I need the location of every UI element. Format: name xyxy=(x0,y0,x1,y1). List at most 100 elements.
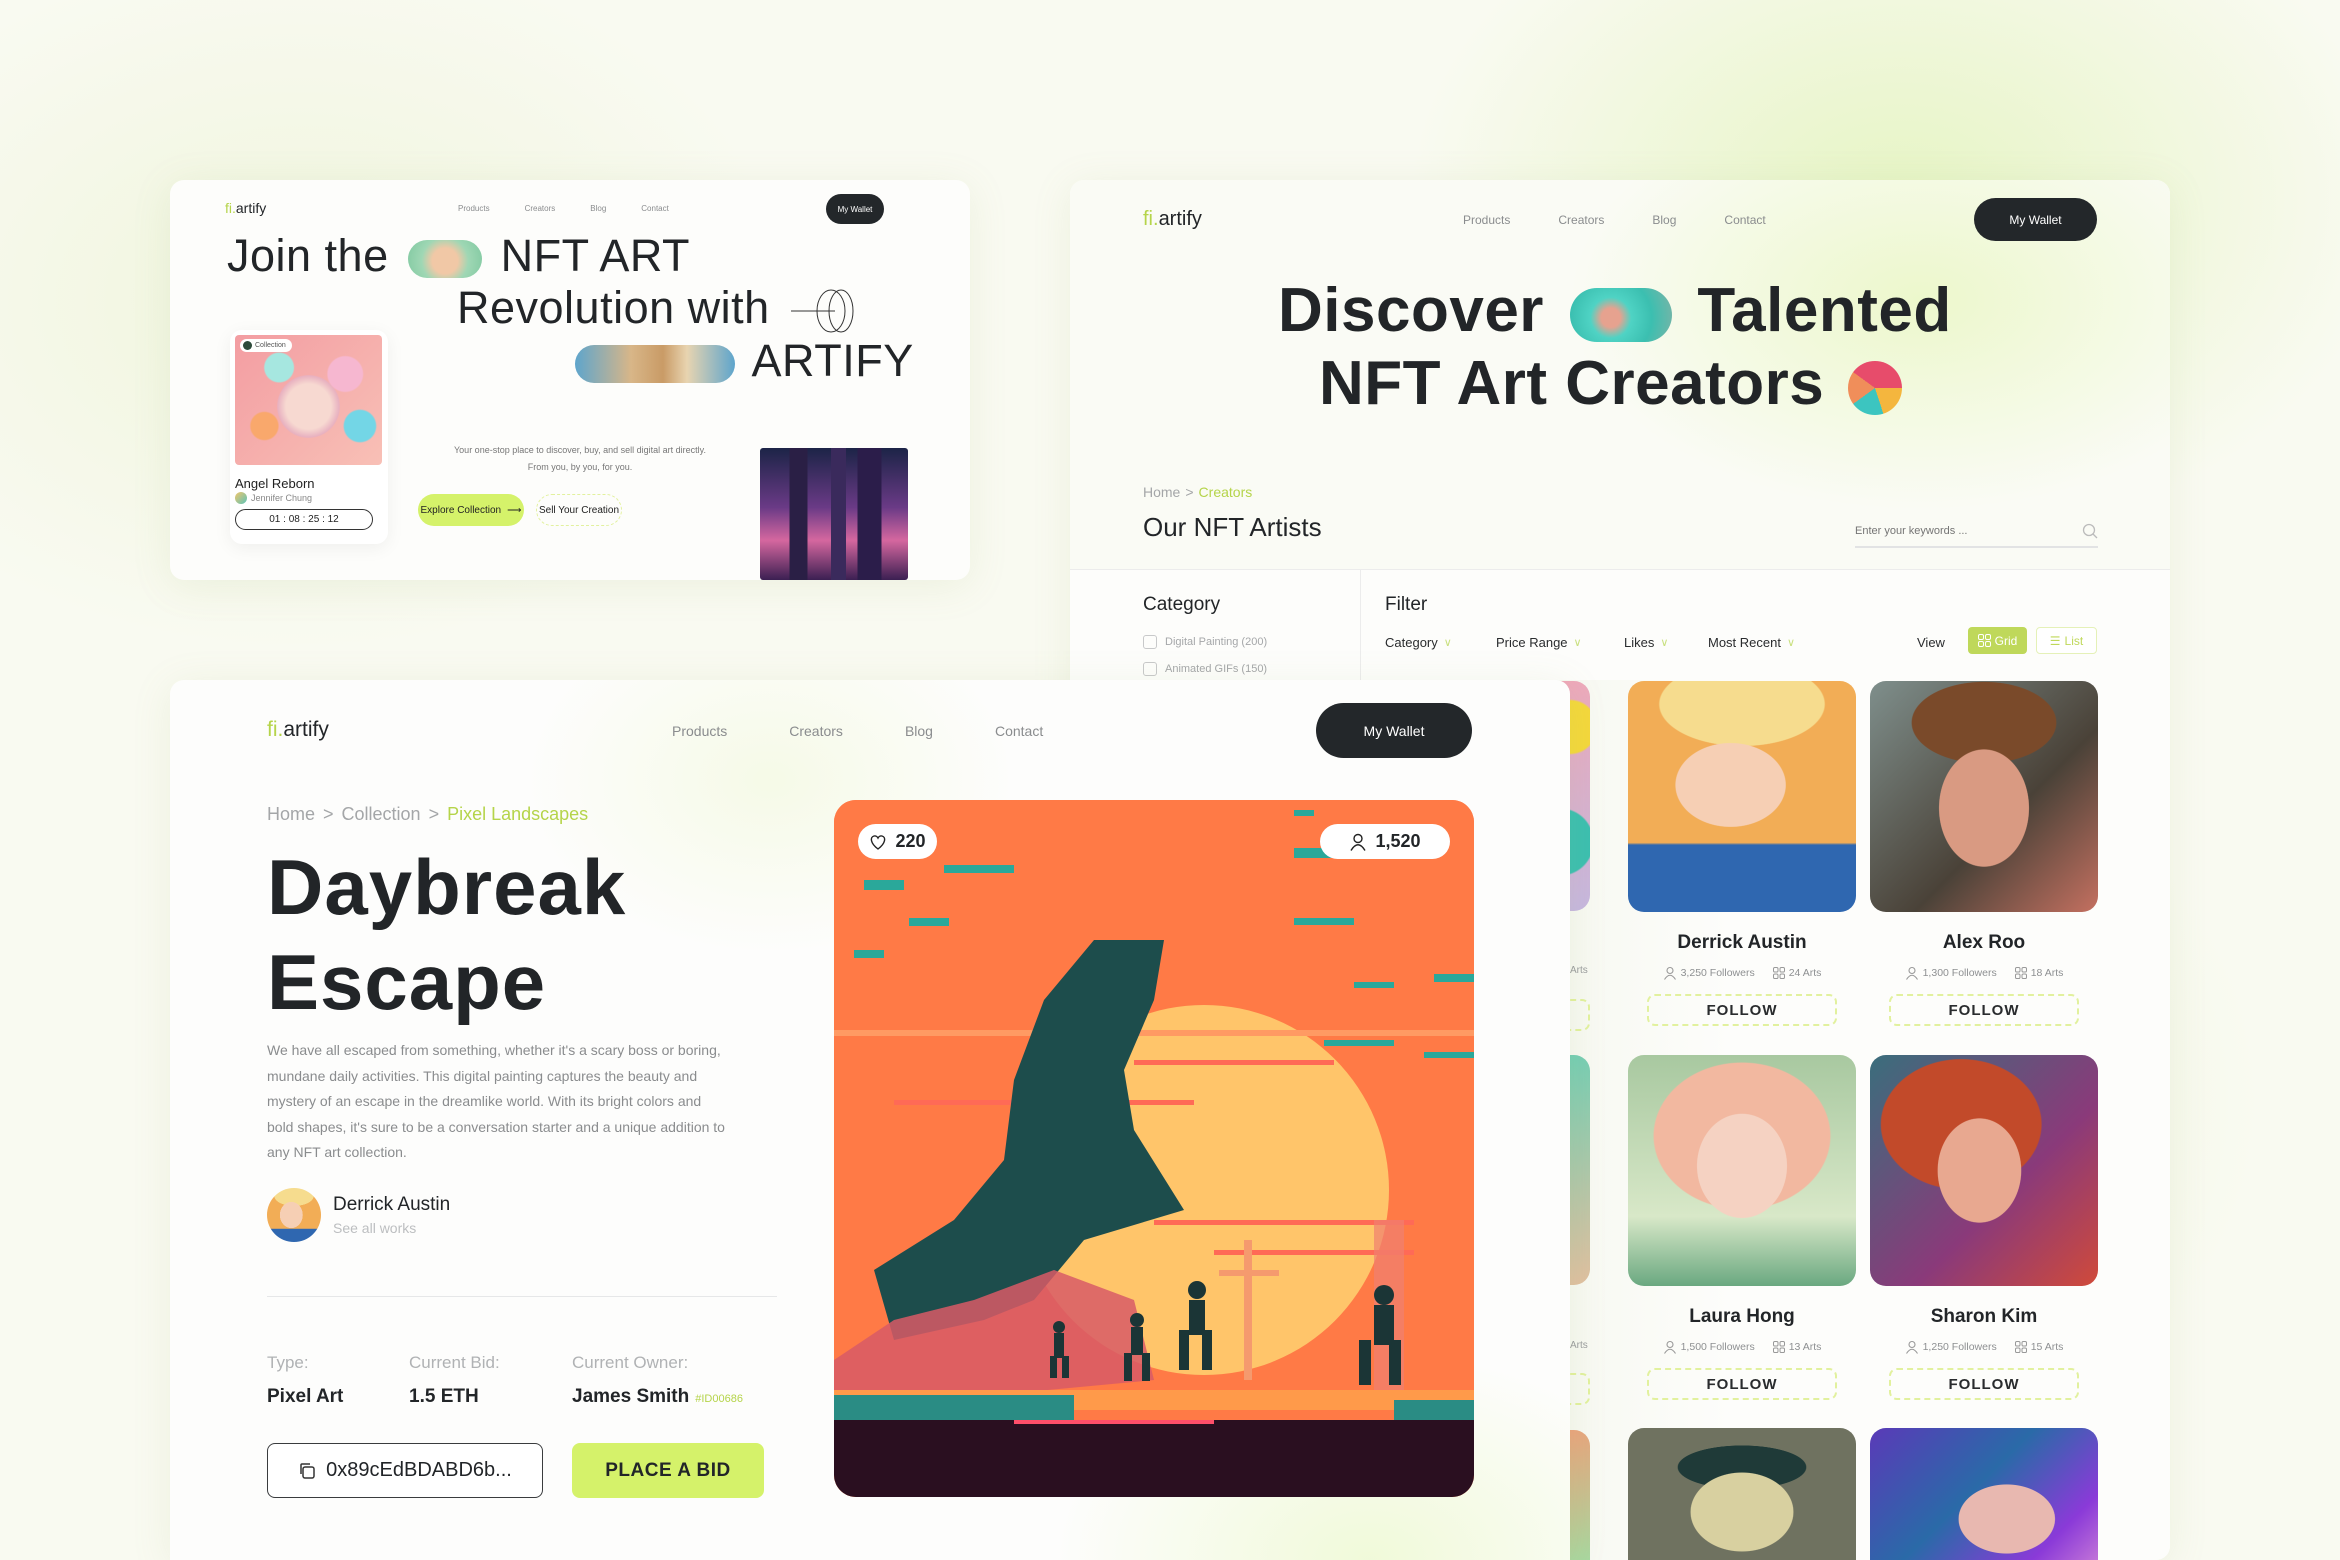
current-owner-label: Current Owner: xyxy=(572,1353,689,1372)
breadcrumb-collection[interactable]: Collection xyxy=(342,804,421,824)
partial-artist-stat: Arts xyxy=(1570,1340,1588,1351)
main-nav: Products Creators Blog Contact xyxy=(458,204,704,213)
detail-breadcrumb: Home > Collection > Pixel Landscapes xyxy=(267,804,589,824)
artist-info[interactable]: Derrick Austin See all works xyxy=(267,1188,450,1242)
page-title: Our NFT Artists xyxy=(1143,512,1322,542)
nav-products[interactable]: Products xyxy=(1463,213,1510,227)
hero-line-3: ARTIFY xyxy=(575,335,914,387)
copy-address-button[interactable]: 0x89cEdBDABD6b... xyxy=(267,1443,543,1498)
grid-icon xyxy=(1772,967,1785,979)
search-icon[interactable] xyxy=(2082,523,2098,539)
my-wallet-button[interactable]: My Wallet xyxy=(826,194,884,224)
artist-card[interactable]: Sharon Kim 1,250 Followers 15 Arts FOLLO… xyxy=(1870,1055,2098,1400)
artist-photo xyxy=(1870,681,2098,912)
pixel-landscape-illustration xyxy=(834,800,1474,1497)
filter-likes[interactable]: Likes ∨ xyxy=(1624,635,1668,650)
nav-blog[interactable]: Blog xyxy=(1652,213,1676,227)
hero-line-2: Revolution with xyxy=(457,282,855,334)
breadcrumb-current: Pixel Landscapes xyxy=(447,804,589,824)
artist-card[interactable]: Derrick Austin 3,250 Followers 24 Arts F… xyxy=(1628,681,1856,1026)
author-avatar xyxy=(235,492,247,504)
nav-creators[interactable]: Creators xyxy=(789,723,843,739)
nav-contact[interactable]: Contact xyxy=(995,723,1043,739)
search-field[interactable] xyxy=(1855,515,2098,548)
artist-photo xyxy=(1628,681,1856,912)
copy-icon xyxy=(300,1462,315,1479)
nav-blog[interactable]: Blog xyxy=(905,723,933,739)
filter-category[interactable]: Category ∨ xyxy=(1385,635,1452,650)
collection-card[interactable]: Collection Angel Reborn Jennifer Chung 0… xyxy=(230,330,388,544)
landing-page-preview: fi.artify Products Creators Blog Contact… xyxy=(170,180,970,580)
creators-hero-line-2: NFT Art Creators xyxy=(1319,348,1902,419)
artist-photo[interactable] xyxy=(1870,1428,2098,1560)
hero-statue-image xyxy=(575,345,735,384)
grid-icon xyxy=(1772,1341,1785,1353)
nav-blog[interactable]: Blog xyxy=(590,204,606,213)
artist-card[interactable]: Alex Roo 1,300 Followers 18 Arts FOLLOW xyxy=(1870,681,2098,1026)
user-icon xyxy=(1663,1340,1676,1354)
explore-collection-button[interactable]: Explore Collection ⟶ xyxy=(418,494,524,526)
logo[interactable]: fi.artify xyxy=(267,718,329,742)
countdown-timer: 01 : 08 : 25 : 12 xyxy=(235,509,373,530)
user-icon xyxy=(1905,1340,1918,1354)
current-bid-value: 1.5 ETH xyxy=(409,1386,479,1407)
artwork-description: We have all escaped from something, whet… xyxy=(267,1042,725,1160)
user-icon xyxy=(1663,966,1676,980)
grid-icon xyxy=(1977,634,1991,647)
artist-card[interactable]: Laura Hong 1,500 Followers 13 Arts FOLLO… xyxy=(1628,1055,1856,1400)
breadcrumb-home[interactable]: Home xyxy=(1143,484,1180,500)
logo[interactable]: fi.artify xyxy=(1143,208,1202,231)
nav-contact[interactable]: Contact xyxy=(641,204,669,213)
nav-products[interactable]: Products xyxy=(672,723,727,739)
artist-photo xyxy=(1870,1055,2098,1286)
current-bid-label: Current Bid: xyxy=(409,1353,500,1372)
artist-stats: 1,300 Followers 18 Arts xyxy=(1870,966,2098,980)
artist-photo xyxy=(1628,1055,1856,1286)
nav-creators[interactable]: Creators xyxy=(525,204,556,213)
card-title: Angel Reborn xyxy=(235,476,315,491)
likes-badge[interactable]: 220 xyxy=(858,824,937,859)
list-icon: ☰ xyxy=(2049,633,2061,648)
filter-most-recent[interactable]: Most Recent ∨ xyxy=(1708,635,1795,650)
follow-button[interactable]: FOLLOW xyxy=(1647,1368,1837,1400)
nav-creators[interactable]: Creators xyxy=(1558,213,1604,227)
follow-button[interactable]: FOLLOW xyxy=(1889,1368,2079,1400)
view-list-button[interactable]: ☰ List xyxy=(2036,627,2097,654)
category-item[interactable]: Animated GIFs (150) xyxy=(1143,662,1267,676)
search-input[interactable] xyxy=(1855,524,2055,537)
artist-stats: 1,250 Followers 15 Arts xyxy=(1870,1340,2098,1354)
breadcrumb-current: Creators xyxy=(1198,484,1253,500)
chevron-down-icon: ∨ xyxy=(1573,637,1582,649)
artist-avatar xyxy=(267,1188,321,1242)
hero-pill-image xyxy=(407,240,482,279)
place-bid-button[interactable]: PLACE A BID xyxy=(572,1443,764,1498)
checkbox-digital-painting[interactable] xyxy=(1143,635,1157,649)
arrow-right-icon: ⟶ xyxy=(507,504,522,516)
chevron-down-icon: ∨ xyxy=(1443,637,1452,649)
user-icon xyxy=(1350,833,1367,851)
collection-badge: Collection xyxy=(240,339,292,352)
daybreak-escape-artwork: 220 1,520 xyxy=(834,800,1474,1497)
follow-button[interactable]: FOLLOW xyxy=(1889,994,2079,1026)
divider xyxy=(267,1296,777,1297)
hero-pill-image xyxy=(1569,287,1672,342)
my-wallet-button[interactable]: My Wallet xyxy=(1316,703,1472,758)
artwork-detail-page: fi.artify Products Creators Blog Contact… xyxy=(170,680,1570,1560)
my-wallet-button[interactable]: My Wallet xyxy=(1974,198,2097,241)
view-grid-button[interactable]: Grid xyxy=(1968,627,2027,654)
category-heading: Category xyxy=(1143,594,1221,615)
heart-icon xyxy=(871,834,886,850)
nav-contact[interactable]: Contact xyxy=(1724,213,1765,227)
category-item[interactable]: Digital Painting (200) xyxy=(1143,635,1267,649)
logo[interactable]: fi.artify xyxy=(225,200,266,216)
filter-price-range[interactable]: Price Range ∨ xyxy=(1496,635,1582,650)
nav-products[interactable]: Products xyxy=(458,204,490,213)
sell-creation-button[interactable]: Sell Your Creation xyxy=(536,494,622,526)
artist-stats: 1,500 Followers 13 Arts xyxy=(1628,1340,1856,1354)
breadcrumb-home[interactable]: Home xyxy=(267,804,315,824)
checkbox-animated-gifs[interactable] xyxy=(1143,662,1157,676)
follow-button[interactable]: FOLLOW xyxy=(1647,994,1837,1026)
see-all-works-link[interactable]: See all works xyxy=(333,1220,450,1236)
artist-photo[interactable] xyxy=(1628,1428,1856,1560)
main-nav: Products Creators Blog Contact xyxy=(1463,213,1814,227)
